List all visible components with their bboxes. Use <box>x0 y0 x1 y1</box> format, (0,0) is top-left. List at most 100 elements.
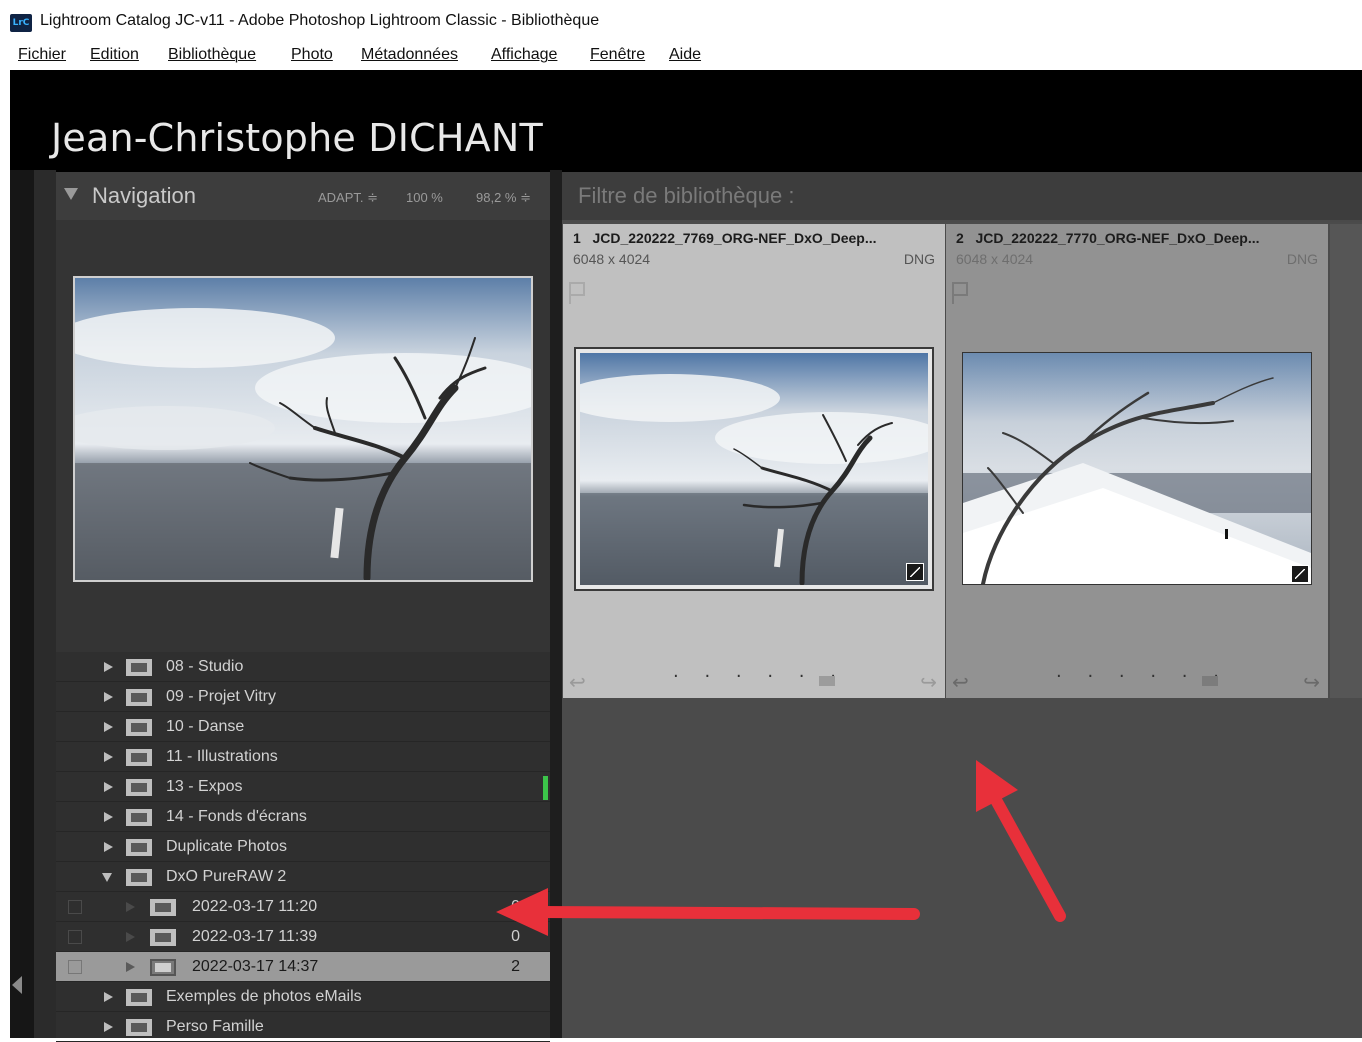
collapse-arrow-icon[interactable] <box>102 873 112 882</box>
grid-cell-2[interactable]: 2 JCD_220222_7770_ORG-NEF_DxO_Deep... 60… <box>946 224 1328 698</box>
folder-checkbox[interactable] <box>68 930 82 944</box>
expand-arrow-icon[interactable] <box>104 692 113 702</box>
folder-icon <box>150 929 176 946</box>
rotate-left-icon[interactable]: ↩ <box>952 670 969 694</box>
cell-footer: ↩ · · · · · · ↪ <box>946 662 1328 698</box>
subfolder-row-1120[interactable]: 2022-03-17 11:20 0 <box>56 892 550 922</box>
expand-arrow-icon[interactable] <box>126 962 135 972</box>
collapse-left-panel-icon[interactable] <box>12 976 22 994</box>
identity-plate: Jean-Christophe DICHANT <box>51 116 543 160</box>
disclosure-triangle-icon[interactable] <box>64 188 78 200</box>
folder-icon <box>126 749 152 766</box>
menu-aide[interactable]: Aide <box>669 46 701 64</box>
folder-checkbox[interactable] <box>68 900 82 914</box>
folder-label: 13 - Expos <box>166 778 243 795</box>
left-panel-toggle-strip[interactable] <box>10 170 34 1038</box>
folder-label: DxO PureRAW 2 <box>166 868 287 885</box>
navigator-header[interactable]: Navigation ADAPT. ≑ 100 % 98,2 % ≑ <box>56 172 550 220</box>
develop-adjustment-badge-icon[interactable] <box>1291 565 1309 583</box>
grid-scroll-area[interactable] <box>1330 224 1362 698</box>
folder-row-danse[interactable]: 10 - Danse <box>56 712 550 742</box>
folder-icon <box>126 989 152 1006</box>
grid-cell-1[interactable]: 1 JCD_220222_7769_ORG-NEF_DxO_Deep... 60… <box>563 224 945 698</box>
panel-separator <box>550 170 562 1038</box>
subfolder-row-1437-selected[interactable]: 2022-03-17 14:37 2 <box>56 952 550 982</box>
zoom-fit-option[interactable]: ADAPT. ≑ <box>318 190 378 206</box>
rotate-left-icon[interactable]: ↩ <box>569 670 586 694</box>
expand-arrow-icon[interactable] <box>104 782 113 792</box>
thumbnail-image[interactable] <box>962 352 1312 585</box>
menu-fenetre[interactable]: Fenêtre <box>590 46 645 64</box>
folder-label: 10 - Danse <box>166 718 245 735</box>
tree-landscape-thumbnail <box>580 353 928 585</box>
expand-arrow-icon[interactable] <box>126 932 135 942</box>
menu-bibliotheque[interactable]: Bibliothèque <box>168 46 256 64</box>
folder-label: 14 - Fonds d'écrans <box>166 808 307 825</box>
rotate-right-icon[interactable]: ↪ <box>920 670 937 694</box>
photo-count: 0 <box>511 928 520 945</box>
flag-icon[interactable] <box>569 282 585 304</box>
folder-label: 2022-03-17 11:39 <box>192 928 318 945</box>
develop-adjustment-badge-icon[interactable] <box>906 563 924 581</box>
cell-filetype: DNG <box>903 251 935 267</box>
folder-icon <box>126 1019 152 1036</box>
menu-edition[interactable]: Edition <box>90 46 139 64</box>
left-panel: Navigation ADAPT. ≑ 100 % 98,2 % ≑ 08 - … <box>56 172 550 1042</box>
folder-icon <box>126 779 152 796</box>
color-label-icon[interactable] <box>819 676 835 686</box>
rotate-right-icon[interactable]: ↪ <box>1303 670 1320 694</box>
folder-row-projet-vitry[interactable]: 09 - Projet Vitry <box>56 682 550 712</box>
library-filter-label: Filtre de bibliothèque : <box>578 183 795 208</box>
flag-icon[interactable] <box>952 282 968 304</box>
expand-arrow-icon[interactable] <box>104 842 113 852</box>
folder-label: Perso Famille <box>166 1018 264 1035</box>
cell-header: 2 JCD_220222_7770_ORG-NEF_DxO_Deep... 60… <box>946 224 1328 272</box>
zoom-custom-option[interactable]: 98,2 % ≑ <box>476 190 531 206</box>
folders-list: 08 - Studio 09 - Projet Vitry 10 - Danse… <box>56 652 550 1042</box>
navigator-preview-image[interactable] <box>73 276 533 582</box>
folder-icon <box>126 719 152 736</box>
menu-photo[interactable]: Photo <box>291 46 333 64</box>
folder-row-expos[interactable]: 13 - Expos <box>56 772 550 802</box>
folder-checkbox[interactable] <box>68 960 82 974</box>
zoom-100-option[interactable]: 100 % <box>406 190 443 205</box>
cell-index-filename: 1 JCD_220222_7769_ORG-NEF_DxO_Deep... <box>573 230 877 246</box>
menu-affichage[interactable]: Affichage <box>491 46 557 64</box>
expand-arrow-icon[interactable] <box>104 752 113 762</box>
color-label-icon[interactable] <box>1202 676 1218 686</box>
folder-row-studio[interactable]: 08 - Studio <box>56 652 550 682</box>
lightroom-app-icon: LrC <box>10 14 32 32</box>
folder-icon <box>150 899 176 916</box>
cell-dimensions: 6048 x 4024 <box>573 251 651 267</box>
expand-arrow-icon[interactable] <box>104 812 113 822</box>
folder-row-fonds-ecrans[interactable]: 14 - Fonds d'écrans <box>56 802 550 832</box>
folder-icon <box>126 809 152 826</box>
folder-label: 09 - Projet Vitry <box>166 688 276 705</box>
activity-indicator <box>543 776 548 800</box>
expand-arrow-icon[interactable] <box>104 662 113 672</box>
folder-row-dxo-pureraw[interactable]: DxO PureRAW 2 <box>56 862 550 892</box>
folder-row-duplicate-photos[interactable]: Duplicate Photos <box>56 832 550 862</box>
menu-fichier[interactable]: Fichier <box>18 46 66 64</box>
library-filter-bar[interactable]: Filtre de bibliothèque : <box>562 172 1362 220</box>
navigator-title: Navigation <box>92 183 196 208</box>
menu-metadonnees[interactable]: Métadonnées <box>361 46 458 64</box>
cell-header: 1 JCD_220222_7769_ORG-NEF_DxO_Deep... 60… <box>563 224 945 272</box>
folder-row-exemples-emails[interactable]: Exemples de photos eMails <box>56 982 550 1012</box>
subfolder-row-1139[interactable]: 2022-03-17 11:39 0 <box>56 922 550 952</box>
expand-arrow-icon[interactable] <box>104 992 113 1002</box>
navigator-preview <box>56 220 550 652</box>
thumbnail-image[interactable] <box>580 353 928 585</box>
expand-arrow-icon[interactable] <box>126 902 135 912</box>
folder-icon <box>126 869 152 886</box>
expand-arrow-icon[interactable] <box>104 1022 113 1032</box>
cell-index-filename: 2 JCD_220222_7770_ORG-NEF_DxO_Deep... <box>956 230 1260 246</box>
folder-icon <box>150 959 176 976</box>
cell-footer: ↩ · · · · · · ↪ <box>563 662 945 698</box>
folder-label: 2022-03-17 14:37 <box>192 958 319 975</box>
folder-row-illustrations[interactable]: 11 - Illustrations <box>56 742 550 772</box>
cell-filetype: DNG <box>1286 251 1318 267</box>
lightroom-window: Jean-Christophe DICHANT Navigation ADAPT… <box>10 70 1362 1042</box>
expand-arrow-icon[interactable] <box>104 722 113 732</box>
folder-label: Exemples de photos eMails <box>166 988 362 1005</box>
